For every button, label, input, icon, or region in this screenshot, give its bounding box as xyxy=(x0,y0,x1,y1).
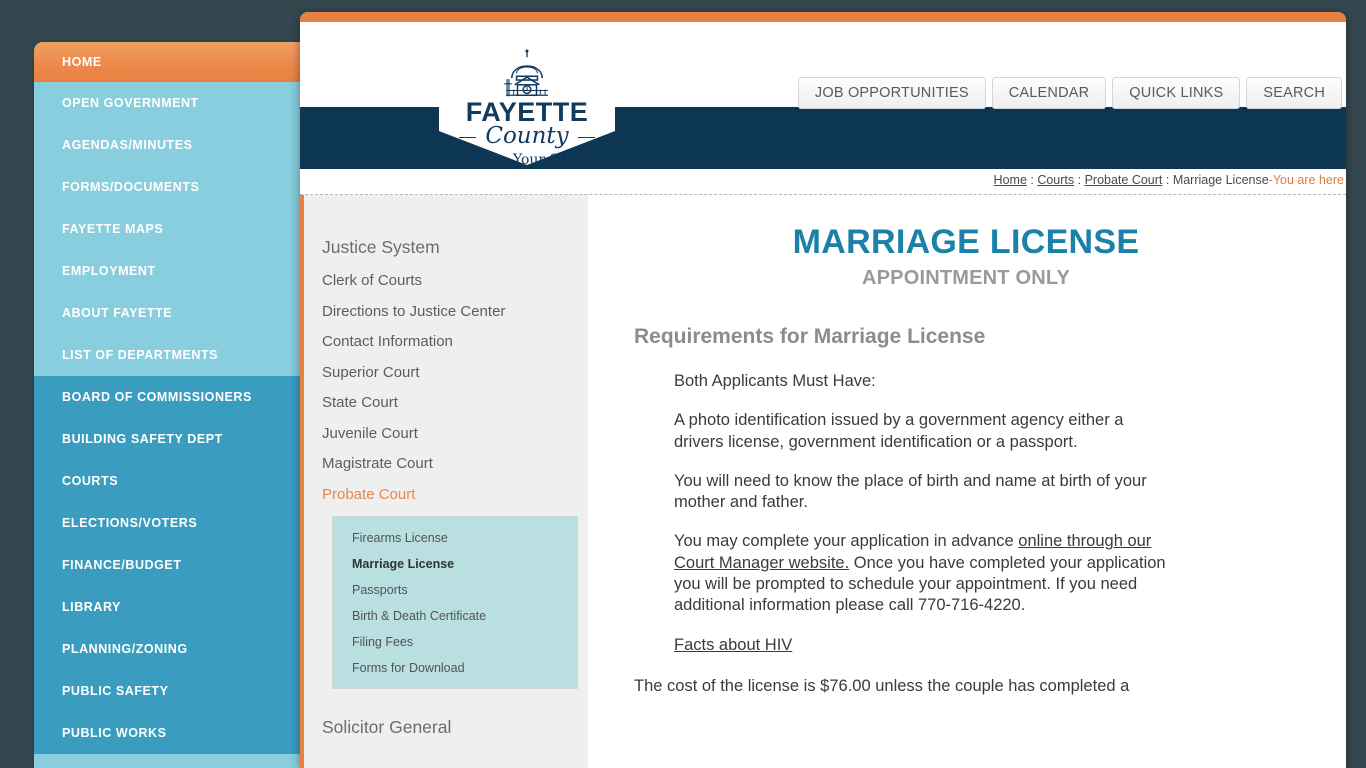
paragraph-court-manager: You may complete your application in adv… xyxy=(674,531,1169,616)
section-link-magistrate-court[interactable]: Magistrate Court xyxy=(322,455,588,472)
breadcrumb-link-home[interactable]: Home xyxy=(994,173,1027,187)
paragraph-photo-id: A photo identification issued by a gover… xyxy=(674,411,1124,451)
section-link-directions-to-justice-center[interactable]: Directions to Justice Center xyxy=(322,303,588,320)
main-content-panel: JOB OPPORTUNITIES CALENDAR QUICK LINKS S… xyxy=(300,12,1346,768)
nav-item-board-of-commissioners[interactable]: BOARD OF COMMISSIONERS xyxy=(34,376,310,418)
nav-item-library[interactable]: LIBRARY xyxy=(34,586,310,628)
paragraph-court-manager-pre: You may complete your application in adv… xyxy=(674,532,1019,551)
sub-link-forms-for-download[interactable]: Forms for Download xyxy=(352,661,577,675)
quick-links-button[interactable]: QUICK LINKS xyxy=(1112,77,1241,109)
breadcrumb-current-page: Marriage License xyxy=(1172,173,1269,187)
browser-viewport: HOME OPEN GOVERNMENT AGENDAS/MINUTES FOR… xyxy=(0,0,1366,768)
sub-link-passports[interactable]: Passports xyxy=(352,583,577,597)
section-title-justice-system: Justice System xyxy=(322,237,440,257)
sub-link-marriage-license[interactable]: Marriage License xyxy=(352,557,577,571)
facts-about-hiv-link[interactable]: Facts about HIV xyxy=(674,636,792,654)
page-subtitle: APPOINTMENT ONLY xyxy=(861,267,1071,289)
orange-accent-topbar xyxy=(300,12,1346,22)
site-header: JOB OPPORTUNITIES CALENDAR QUICK LINKS S… xyxy=(300,22,1346,109)
page-title: MARRIAGE LICENSE xyxy=(792,223,1140,261)
nav-item-public-safety[interactable]: PUBLIC SAFETY xyxy=(34,670,310,712)
section-link-superior-court[interactable]: Superior Court xyxy=(322,364,588,381)
article-body: MARRIAGE LICENSE APPOINTMENT ONLY Requir… xyxy=(588,195,1346,768)
header-button-group: JOB OPPORTUNITIES CALENDAR QUICK LINKS S… xyxy=(797,77,1342,109)
breadcrumb-bar: Home : Courts : Probate Court : Marriage… xyxy=(300,169,1346,195)
nav-item-finance-budget[interactable]: FINANCE/BUDGET xyxy=(34,544,310,586)
breadcrumb: Home : Courts : Probate Court : Marriage… xyxy=(994,173,1344,187)
breadcrumb-separator-1: : xyxy=(1026,173,1038,187)
nav-item-about-fayette[interactable]: ABOUT FAYETTE xyxy=(34,292,310,334)
nav-item-courts[interactable]: COURTS xyxy=(34,460,310,502)
paragraph-place-of-birth: You will need to know the place of birth… xyxy=(674,471,1147,512)
nav-item-elections-voters[interactable]: ELECTIONS/VOTERS xyxy=(34,502,310,544)
paragraph-license-cost: The cost of the license is $76.00 unless… xyxy=(634,676,1130,695)
paragraph-facts-about-hiv: Facts about HIV xyxy=(674,635,1169,656)
nav-item-agendas-minutes[interactable]: AGENDAS/MINUTES xyxy=(34,124,310,166)
breadcrumb-you-are-here: -You are here xyxy=(1268,173,1344,187)
sub-link-firearms-license[interactable]: Firearms License xyxy=(352,531,577,545)
breadcrumb-link-probate-court[interactable]: Probate Court xyxy=(1085,173,1163,187)
nav-item-home[interactable]: HOME xyxy=(34,42,310,82)
section-link-probate-court[interactable]: Probate Court xyxy=(322,486,588,503)
section-link-clerk-of-courts[interactable]: Clerk of Courts xyxy=(322,272,588,289)
sub-link-filing-fees[interactable]: Filing Fees xyxy=(352,635,577,649)
paragraph-both-applicants: Both Applicants Must Have: xyxy=(674,372,876,390)
navy-header-band xyxy=(300,107,1346,169)
section-link-contact-information[interactable]: Contact Information xyxy=(322,333,588,350)
article-paragraphs: Both Applicants Must Have: A photo ident… xyxy=(634,371,1298,656)
section-link-juvenile-court[interactable]: Juvenile Court xyxy=(322,425,588,442)
job-opportunities-button[interactable]: JOB OPPORTUNITIES xyxy=(797,77,986,109)
requirements-heading: Requirements for Marriage License xyxy=(634,325,986,348)
breadcrumb-separator-2: : xyxy=(1074,173,1085,187)
search-button[interactable]: SEARCH xyxy=(1246,77,1342,109)
section-title-solicitor-general: Solicitor General xyxy=(322,717,452,737)
sub-link-birth-death-certificate[interactable]: Birth & Death Certificate xyxy=(352,609,577,623)
nav-item-building-safety-dept[interactable]: BUILDING SAFETY DEPT xyxy=(34,418,310,460)
probate-court-submenu: Firearms License Marriage License Passpo… xyxy=(332,516,578,689)
nav-item-list-of-departments[interactable]: LIST OF DEPARTMENTS xyxy=(34,334,310,376)
nav-item-planning-zoning[interactable]: PLANNING/ZONING xyxy=(34,628,310,670)
section-navigation: Justice System Clerk of Courts Direction… xyxy=(304,195,588,768)
nav-item-employment[interactable]: EMPLOYMENT xyxy=(34,250,310,292)
calendar-button[interactable]: CALENDAR xyxy=(991,77,1107,109)
content-area: Justice System Clerk of Courts Direction… xyxy=(300,195,1346,768)
global-navigation-sidebar: HOME OPEN GOVERNMENT AGENDAS/MINUTES FOR… xyxy=(34,42,310,768)
nav-item-public-works[interactable]: PUBLIC WORKS xyxy=(34,712,310,754)
nav-item-open-government[interactable]: OPEN GOVERNMENT xyxy=(34,82,310,124)
breadcrumb-link-courts[interactable]: Courts xyxy=(1037,173,1074,187)
nav-item-forms-documents[interactable]: FORMS/DOCUMENTS xyxy=(34,166,310,208)
section-link-state-court[interactable]: State Court xyxy=(322,394,588,411)
breadcrumb-separator-3: : xyxy=(1162,173,1173,187)
nav-item-fayette-maps[interactable]: FAYETTE MAPS xyxy=(34,208,310,250)
